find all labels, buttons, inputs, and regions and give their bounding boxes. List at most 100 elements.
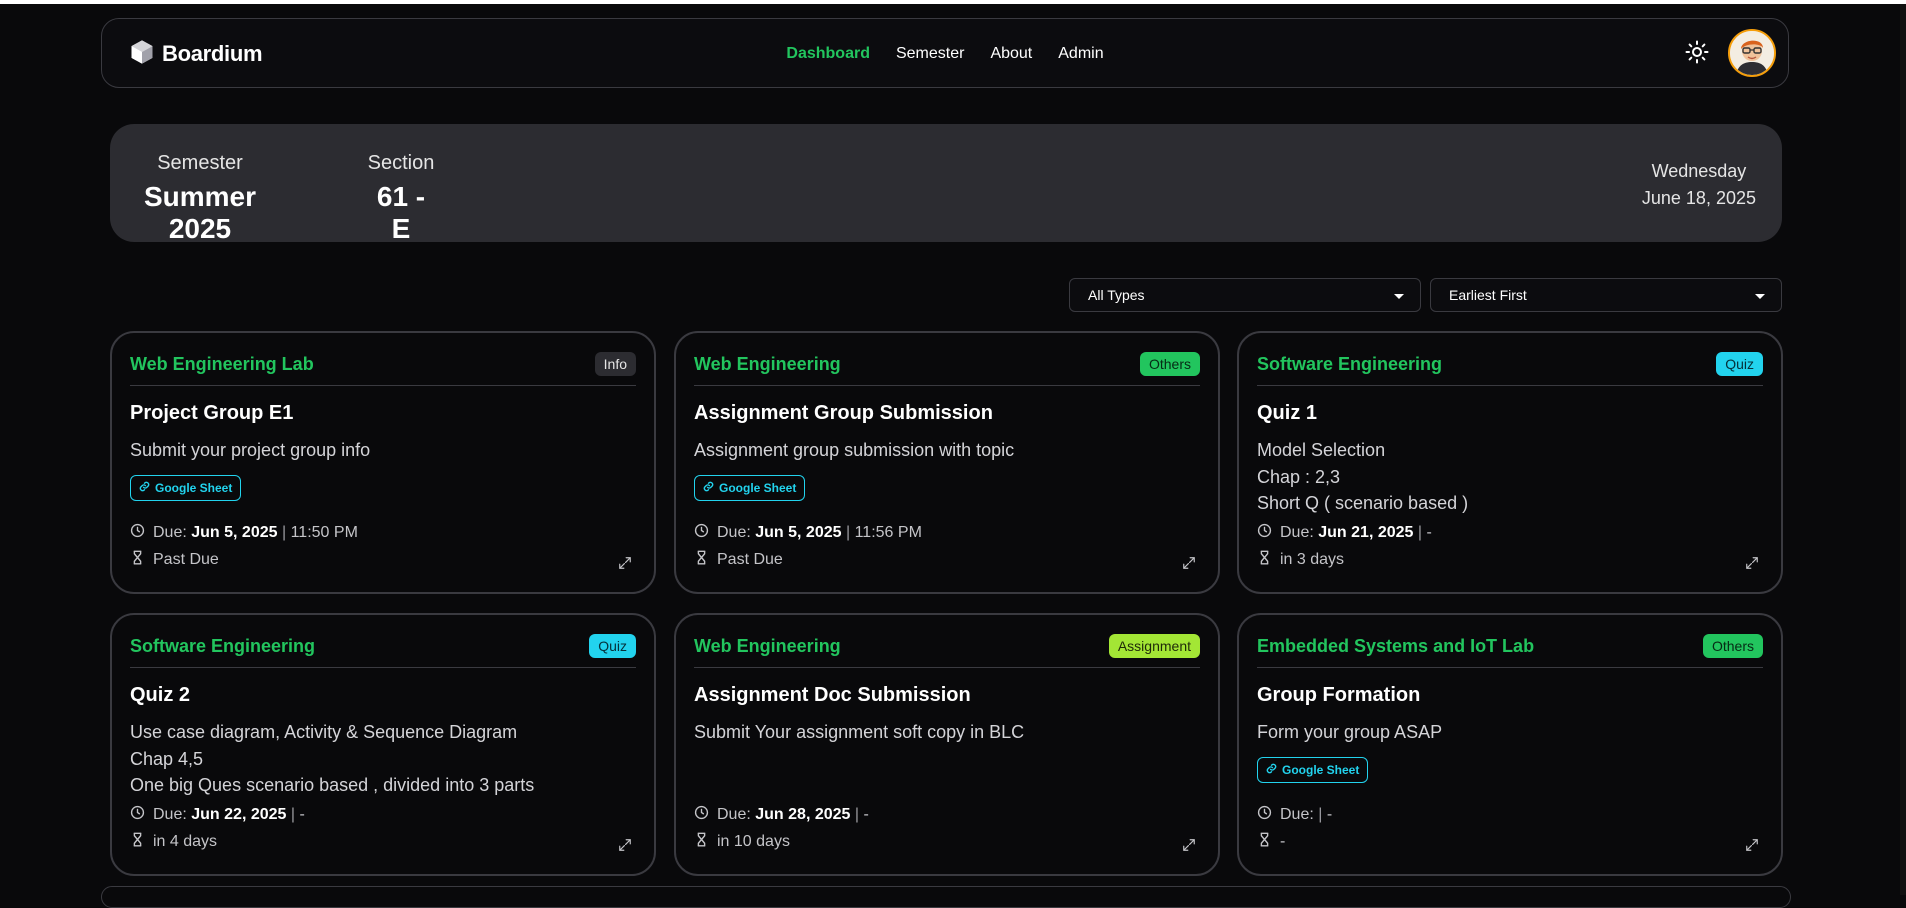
expand-icon[interactable]: [1182, 838, 1198, 854]
theme-toggle-button[interactable]: [1684, 40, 1710, 67]
type-badge: Others: [1139, 352, 1200, 376]
card-title: Assignment Doc Submission: [694, 684, 971, 706]
type-filter-select[interactable]: All Types: [1069, 278, 1421, 312]
task-card[interactable]: Web Engineering Lab Info Project Group E…: [110, 331, 656, 594]
nav-link-dashboard[interactable]: Dashboard: [786, 45, 870, 63]
hourglass-icon: [694, 550, 709, 570]
status-text: -: [1280, 833, 1286, 850]
semester-label: Semester: [157, 152, 243, 174]
card-header: Embedded Systems and IoT Lab Others: [1257, 634, 1763, 668]
section-value: 61 - E: [376, 181, 426, 244]
nav-link-about[interactable]: About: [990, 45, 1032, 63]
scrollbar[interactable]: [1900, 4, 1906, 895]
link-label: Google Sheet: [719, 481, 797, 495]
card-desc-line: Form your group ASAP: [1257, 722, 1443, 742]
type-badge: Info: [594, 352, 636, 376]
status-row: in 10 days: [694, 832, 790, 852]
card-title: Project Group E1: [130, 402, 294, 424]
card-desc-line: Use case diagram, Activity & Sequence Di…: [130, 722, 518, 742]
chevron-down-icon: [1755, 294, 1765, 299]
link-icon: [139, 481, 150, 495]
due-time: -: [863, 806, 869, 823]
card-desc-line: Chap : 2,3: [1257, 466, 1341, 487]
due-row: Due: Jun 21, 2025 | -: [1257, 523, 1432, 543]
course-name: Embedded Systems and IoT Lab: [1257, 636, 1535, 656]
status-text: Past Due: [153, 551, 219, 568]
card-desc-line: Chap 4,5: [130, 748, 204, 769]
status-row: Past Due: [130, 550, 219, 570]
link-icon: [1266, 763, 1277, 777]
task-card[interactable]: Software Engineering Quiz Quiz 2 Use cas…: [110, 613, 656, 876]
expand-icon[interactable]: [618, 556, 634, 572]
card-desc-line: One big Ques scenario based , divided in…: [130, 775, 535, 795]
card-header: Web Engineering Assignment: [694, 634, 1200, 668]
clock-icon: [694, 523, 709, 543]
card-description: Model Selection Chap : 2,3 Short Q ( scena…: [1257, 437, 1468, 517]
semester-panel: Semester Summer 2025 Section 61 - E Wedn…: [110, 124, 1782, 245]
status-text: in 10 days: [717, 833, 790, 850]
due-time: 11:56 PM: [854, 524, 922, 541]
card-desc-line: Submit Your assignment soft copy in BLC: [694, 722, 1025, 742]
semester-block: Semester Summer 2025: [136, 152, 264, 245]
nav-link-admin[interactable]: Admin: [1058, 45, 1103, 63]
type-badge: Assignment: [1108, 634, 1200, 658]
due-date: Jun 28, 2025: [755, 806, 851, 823]
due-prefix: Due:: [153, 524, 187, 541]
due-row: Due: Jun 5, 2025 | 11:50 PM: [130, 523, 358, 543]
card-title: Quiz 1: [1257, 402, 1318, 424]
clock-icon: [694, 805, 709, 825]
chevron-down-icon: [1394, 294, 1404, 299]
card-header: Web Engineering Others: [694, 352, 1200, 386]
card-description: Submit Your assignment soft copy in BLC: [694, 719, 1024, 746]
google-sheet-link[interactable]: Google Sheet: [1257, 757, 1369, 783]
due-separator: |: [290, 806, 296, 823]
due-prefix: Due:: [717, 806, 751, 823]
google-sheet-link[interactable]: Google Sheet: [694, 475, 806, 501]
course-name: Software Engineering: [130, 636, 316, 656]
clock-icon: [1257, 523, 1272, 543]
due-date: Jun 5, 2025: [755, 524, 842, 541]
hourglass-icon: [130, 832, 145, 852]
task-card[interactable]: Embedded Systems and IoT Lab Others Grou…: [1237, 613, 1783, 876]
avatar[interactable]: [1728, 29, 1776, 77]
status-row: Past Due: [694, 550, 783, 570]
hourglass-icon: [694, 832, 709, 852]
google-sheet-link[interactable]: Google Sheet: [130, 475, 242, 501]
expand-icon[interactable]: [1182, 556, 1198, 572]
card-description: Assignment group submission with topic: [694, 437, 1014, 464]
status-text: Past Due: [717, 551, 783, 568]
task-card[interactable]: Software Engineering Quiz Quiz 1 Model S…: [1237, 331, 1783, 594]
hourglass-icon: [1257, 832, 1272, 852]
card-desc-line: Short Q ( scenario based ): [1257, 493, 1469, 513]
status-row: -: [1257, 832, 1285, 852]
status-text: in 3 days: [1280, 551, 1345, 568]
course-name: Web Engineering: [694, 354, 841, 374]
due-separator: |: [1417, 524, 1423, 541]
due-separator: |: [845, 524, 851, 541]
course-name: Software Engineering: [1257, 354, 1443, 374]
due-row: Due: Jun 22, 2025 | -: [130, 805, 305, 825]
course-name: Web Engineering Lab: [130, 354, 314, 374]
due-date: Jun 22, 2025: [191, 806, 287, 823]
due-prefix: Due:: [717, 524, 751, 541]
due-prefix: Due:: [153, 806, 187, 823]
sort-select[interactable]: Earliest First: [1430, 278, 1782, 312]
task-card[interactable]: Web Engineering Assignment Assignment Do…: [674, 613, 1220, 876]
nav-link-semester[interactable]: Semester: [896, 45, 964, 63]
task-card[interactable]: Web Engineering Others Assignment Group …: [674, 331, 1220, 594]
card-title: Assignment Group Submission: [694, 402, 993, 424]
expand-icon[interactable]: [1745, 556, 1761, 572]
card-header: Software Engineering Quiz: [1257, 352, 1763, 386]
expand-icon[interactable]: [618, 838, 634, 854]
due-row: Due: Jun 28, 2025 | -: [694, 805, 869, 825]
due-time: -: [1426, 524, 1432, 541]
status-row: in 3 days: [1257, 550, 1344, 570]
expand-icon[interactable]: [1745, 838, 1761, 854]
due-time: -: [1326, 806, 1333, 823]
due-separator: |: [854, 806, 860, 823]
link-label: Google Sheet: [155, 481, 233, 495]
hourglass-icon: [130, 550, 145, 570]
card-title: Group Formation: [1257, 684, 1421, 706]
card-description: Submit your project group info: [130, 437, 370, 464]
status-row: in 4 days: [130, 832, 217, 852]
